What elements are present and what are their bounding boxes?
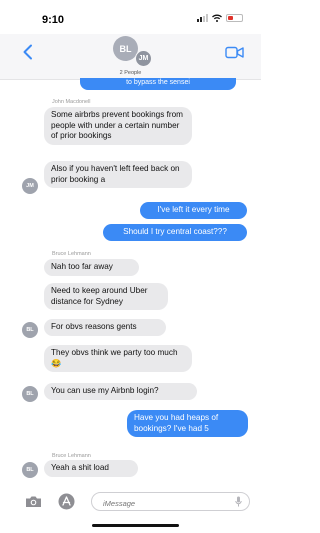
sender-name: John Macdonell <box>52 99 91 105</box>
outgoing-message[interactable]: I've left it every time <box>140 202 247 219</box>
incoming-message[interactable]: You can use my Airbnb login? <box>44 383 197 400</box>
outgoing-message[interactable]: Should I try central coast??? <box>103 224 247 241</box>
outgoing-message[interactable]: Have you had heaps of bookings? I've had… <box>127 410 248 437</box>
group-subtitle[interactable]: 2 People <box>0 70 261 76</box>
avatar-bl[interactable]: BL <box>22 386 38 402</box>
message-input[interactable] <box>91 492 250 511</box>
sender-name: Bruce Lehmann <box>52 453 91 459</box>
group-avatar-jm[interactable]: JM <box>135 50 152 67</box>
incoming-message[interactable]: Yeah a shit load <box>44 460 138 477</box>
signal-icon <box>197 14 208 22</box>
cut-off-message: to bypass the sensei <box>80 78 236 90</box>
home-indicator[interactable] <box>92 524 179 527</box>
camera-icon[interactable] <box>25 495 42 508</box>
battery-icon <box>226 14 243 22</box>
status-icons <box>197 14 243 22</box>
status-time: 9:10 <box>42 14 65 26</box>
incoming-message[interactable]: Nah too far away <box>44 259 139 276</box>
app-store-icon[interactable] <box>58 493 75 510</box>
video-call-icon[interactable] <box>225 46 244 59</box>
incoming-message[interactable]: They obvs think we party too much 😂 <box>44 345 192 372</box>
avatar-bl[interactable]: BL <box>22 462 38 478</box>
avatar-jm[interactable]: JM <box>22 178 38 194</box>
avatar-bl[interactable]: BL <box>22 322 38 338</box>
incoming-message[interactable]: Need to keep around Uber distance for Sy… <box>44 283 168 310</box>
sender-name: Bruce Lehmann <box>52 251 91 257</box>
conversation-header: BL JM 2 People <box>0 34 261 80</box>
wifi-icon <box>212 14 222 22</box>
status-bar: 9:10 <box>0 0 261 34</box>
incoming-message[interactable]: For obvs reasons gents <box>44 319 166 336</box>
incoming-message[interactable]: Some airbrbs prevent bookings from peopl… <box>44 107 192 145</box>
composer-bar <box>0 490 261 514</box>
back-chevron-icon[interactable] <box>22 44 34 60</box>
incoming-message[interactable]: Also if you haven't left feed back on pr… <box>44 161 192 188</box>
microphone-icon[interactable] <box>235 496 242 507</box>
